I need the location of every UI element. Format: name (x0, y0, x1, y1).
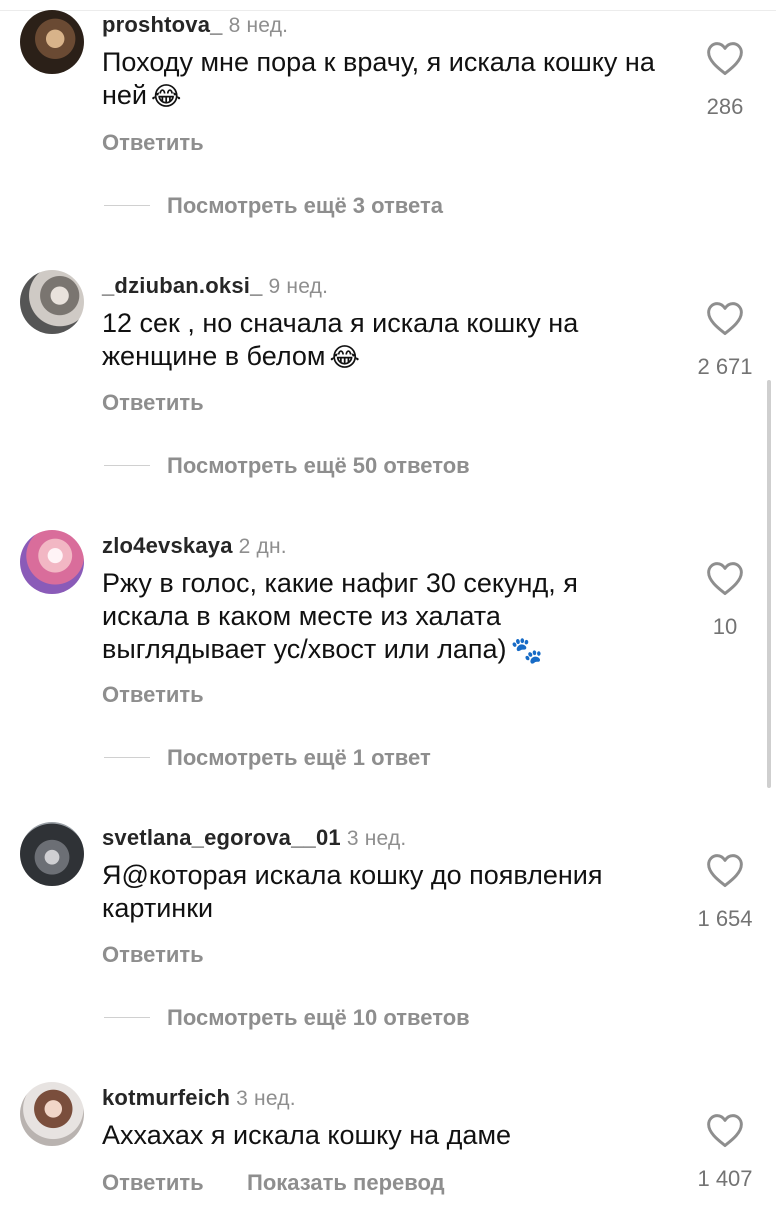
paw-prints-emoji-icon: 🐾 (510, 635, 543, 666)
heart-outline-icon[interactable] (705, 300, 745, 336)
comment-username[interactable]: proshtova_ 8 нед. (102, 12, 288, 38)
comment-text-body: Я@которая искала кошку до появления карт… (102, 860, 603, 923)
like-count: 2 671 (697, 354, 753, 379)
username-text[interactable]: kotmurfeich (102, 1085, 230, 1110)
laughing-emoji-icon: 😂 (151, 81, 182, 112)
avatar[interactable] (20, 270, 84, 334)
username-text[interactable]: svetlana_egorova__01 (102, 825, 341, 850)
top-divider (0, 0, 776, 11)
comment-time: 9 нед. (268, 275, 329, 298)
reply-button[interactable]: Ответить (102, 942, 204, 968)
comment-text: Аххахах я искала кошку на даме (102, 1119, 672, 1152)
username-text[interactable]: zlo4evskaya (102, 533, 233, 558)
heart-outline-icon[interactable] (705, 852, 745, 888)
reply-button[interactable]: Ответить (102, 1170, 204, 1196)
like-count: 286 (706, 94, 744, 119)
scrollbar[interactable] (767, 380, 771, 788)
comment-text-body: Аххахах я искала кошку на даме (102, 1120, 512, 1150)
comment-text: Я@которая искала кошку до появления карт… (102, 859, 672, 925)
avatar[interactable] (20, 530, 84, 594)
comment-time: 8 нед. (228, 14, 289, 37)
divider-line (104, 1017, 150, 1018)
comment-time: 3 нед. (236, 1087, 296, 1110)
laughing-emoji-icon: 😂 (329, 342, 360, 373)
comment-text-body: Ржу в голос, какие нафиг 30 секунд, я ис… (102, 568, 578, 664)
heart-outline-icon[interactable] (705, 40, 745, 76)
view-more-replies-button[interactable]: Посмотреть ещё 3 ответа (167, 193, 443, 219)
reply-button[interactable]: Ответить (102, 682, 204, 708)
username-text[interactable]: _dziuban.oksi_ (102, 273, 263, 298)
comment-username[interactable]: svetlana_egorova__01 3 нед. (102, 825, 406, 851)
divider-line (104, 465, 150, 466)
comment-username[interactable]: kotmurfeich 3 нед. (102, 1085, 296, 1111)
avatar[interactable] (20, 822, 84, 886)
divider-line (104, 757, 150, 758)
reply-button[interactable]: Ответить (102, 130, 204, 156)
heart-outline-icon[interactable] (705, 1112, 745, 1148)
comment-time: 2 дн. (238, 535, 287, 558)
like-count: 1 407 (697, 1166, 753, 1191)
view-more-replies-button[interactable]: Посмотреть ещё 50 ответов (167, 453, 470, 479)
comment-text: 12 сек , но сначала я искала кошку на же… (102, 307, 672, 374)
like-count: 10 (712, 614, 738, 639)
comment-time: 3 нед. (346, 827, 407, 850)
view-more-replies-button[interactable]: Посмотреть ещё 10 ответов (167, 1005, 470, 1031)
comment-username[interactable]: zlo4evskaya 2 дн. (102, 533, 287, 559)
avatar[interactable] (20, 10, 84, 74)
like-count: 1 654 (697, 906, 753, 931)
comment-text-body: Походу мне пора к врачу, я искала кошку … (102, 47, 655, 110)
reply-button[interactable]: Ответить (102, 390, 204, 416)
comment-username[interactable]: _dziuban.oksi_ 9 нед. (102, 273, 328, 299)
divider-line (104, 205, 150, 206)
heart-outline-icon[interactable] (705, 560, 745, 596)
username-text[interactable]: proshtova_ (102, 12, 223, 37)
avatar[interactable] (20, 1082, 84, 1146)
comment-text: Ржу в голос, какие нафиг 30 секунд, я ис… (102, 567, 672, 667)
comment-text: Походу мне пора к врачу, я искала кошку … (102, 46, 672, 113)
show-translation-button[interactable]: Показать перевод (247, 1170, 445, 1196)
view-more-replies-button[interactable]: Посмотреть ещё 1 ответ (167, 745, 431, 771)
